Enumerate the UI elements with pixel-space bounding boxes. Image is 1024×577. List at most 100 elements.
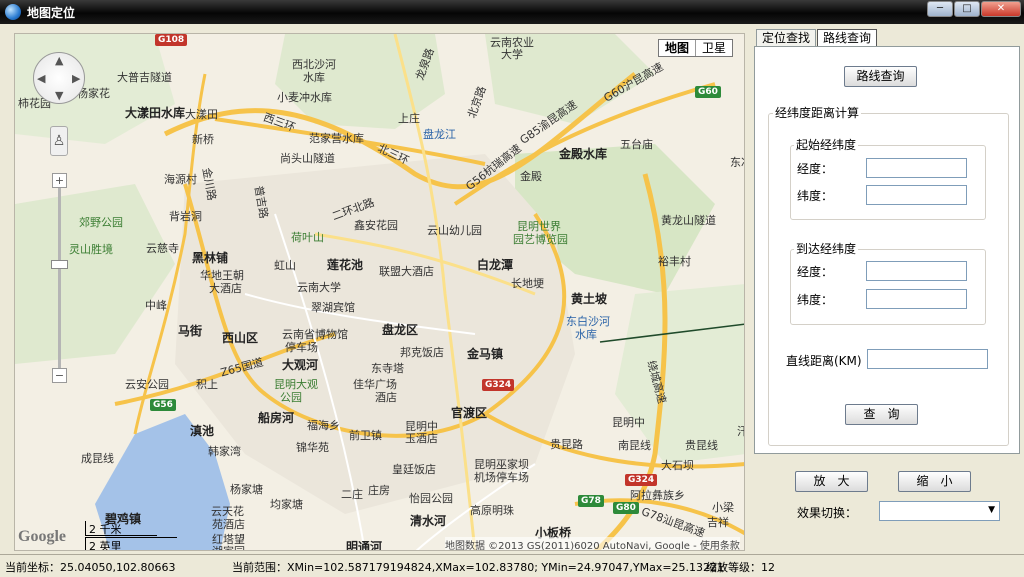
start-lon-label: 经度： [797,162,834,176]
map-label: 小梁 [712,501,734,514]
map-zoom-out-button[interactable]: − [52,368,67,383]
road-shield: G108 [155,34,188,46]
effect-select[interactable]: ▼ [879,501,1000,521]
pan-down-icon[interactable]: ▼ [55,89,63,102]
scale-mi: 2 英里 [85,537,177,550]
map-copyright[interactable]: 地图数据 ©2013 GS(2011)6020 AutoNavi, Google… [445,537,740,550]
maximize-button[interactable]: □ [954,1,980,17]
start-lon-input[interactable] [866,158,967,178]
map-label: 盘龙江 [423,128,456,141]
map-label: 二庄 [341,488,363,501]
map-label: 裕丰村 [658,255,691,268]
map-label: 机场停车场 [474,471,529,484]
road-shield: G80 [613,502,639,514]
zoom-slider-thumb[interactable] [51,260,68,269]
map-scale: 2 千米 2 英里 [85,521,177,550]
pan-control[interactable]: ▲ ◀ ▶ ▼ [33,52,85,104]
map-label: 苑酒店 [212,518,245,531]
map-label: 皇廷饭店 [392,463,436,476]
title-bar: 地图定位 ─ □ ✕ [0,0,1024,24]
scale-km: 2 千米 [85,521,157,536]
map-view[interactable]: 西北沙河 水库 小麦冲水库 大漾田水库 大漾田 范家营水库 尚头山隧道 新桥 海… [14,33,745,551]
start-group-title: 起始经纬度 [794,136,859,153]
distance-group-title: 经纬度距离计算 [773,104,862,121]
map-label: 阿拉彝族乡 [630,489,685,502]
map-label: 成昆线 [81,452,114,465]
zoom-out-button[interactable]: 缩 小 [898,471,971,492]
map-label: 明通河 [346,540,383,551]
tab-bar: 定位查找 路线查询 [756,29,878,47]
map-label: 水库 [303,71,325,84]
map-label: 大学 [501,48,523,61]
map-label: 邦克饭店 [400,346,444,359]
map-label: 黄土坡 [571,292,608,306]
map-label: 东冲 [730,156,744,169]
map-label: 灵山胜境 [69,243,113,256]
map-label: 小麦冲水库 [277,91,332,104]
end-lat-label: 纬度： [797,293,834,307]
map-label: 船房河 [258,411,295,425]
map-label: 大漾田水库 [125,106,186,120]
tab-locate[interactable]: 定位查找 [756,29,817,47]
map-label: 水库 [575,328,597,341]
map-label: 长地埂 [511,277,544,290]
status-range: 当前范围：XMin=102.587179194824,XMax=102.8378… [232,561,725,574]
map-label: 吉祥 [707,516,729,529]
route-panel: 路线查询 经纬度距离计算 起始经纬度 经度： 纬度： 到达经纬度 经度： 纬度：… [754,46,1020,454]
status-zoom: 缩放等级：12 [706,561,775,574]
minimize-button[interactable]: ─ [927,1,953,17]
map-label: 杨家塘 [230,483,263,496]
map-label: 韩家湾 [208,445,241,458]
distance-output[interactable] [867,349,988,369]
map-label: 海源村 [164,173,197,186]
end-lon-input[interactable] [866,261,967,281]
map-label: 高原明珠 [470,504,514,517]
end-group-title: 到达经纬度 [794,240,859,257]
map-label: 范家营水库 [309,132,364,145]
route-query-button[interactable]: 路线查询 [844,66,917,87]
map-label: 大漾田 [185,108,218,121]
road-shield: G78 [578,495,604,507]
map-label: 马街 [178,324,203,338]
end-lon-label: 经度： [797,265,834,279]
pan-up-icon[interactable]: ▲ [55,54,63,67]
map-label: 清水河 [410,514,447,528]
start-lat-input[interactable] [866,185,967,205]
road-shield: G324 [625,474,658,486]
map-type-map-button[interactable]: 地图 [659,40,697,56]
map-label: 贵昆路 [550,438,583,451]
map-label: 公园 [280,391,302,404]
google-logo: Google [18,528,66,545]
map-type-switch: 地图 卫星 [658,39,734,57]
status-coord: 当前坐标：25.04050,102.80663 [5,561,176,574]
map-label: 翠湖宾馆 [311,301,355,314]
map-zoom-in-button[interactable]: + [52,173,67,188]
map-label: 郊野公园 [79,216,123,229]
zoom-in-button[interactable]: 放 大 [795,471,868,492]
map-label: 积上 [196,378,218,391]
map-label: 五台庙 [620,138,653,151]
window-title: 地图定位 [27,6,76,20]
road-shield: G56 [150,399,176,411]
map-label: 尚头山隧道 [280,152,335,165]
query-button[interactable]: 查 询 [845,404,918,425]
map-label: 庄房 [368,484,390,497]
map-label: 均家塘 [270,498,303,511]
map-label: 锦华苑 [296,441,329,454]
end-lat-input[interactable] [866,289,967,309]
tab-route[interactable]: 路线查询 [817,29,878,47]
map-label: 大石坝 [661,459,694,472]
zoom-slider-track[interactable] [58,182,61,377]
street-view-pegman-icon[interactable]: ♙ [50,126,68,156]
close-button[interactable]: ✕ [981,1,1021,17]
chevron-down-icon[interactable]: ▼ [988,505,995,515]
map-label: 福海乡 [307,419,340,432]
map-label: 中峰 [145,299,167,312]
map-label: 荷叶山 [291,231,324,244]
pan-left-icon[interactable]: ◀ [37,72,45,85]
pan-right-icon[interactable]: ▶ [72,72,80,85]
map-label: 黑林铺 [192,251,229,265]
map-type-satellite-button[interactable]: 卫星 [696,40,732,56]
map-label: 官渡区 [451,406,488,420]
map-label: 滇池 [190,424,215,438]
